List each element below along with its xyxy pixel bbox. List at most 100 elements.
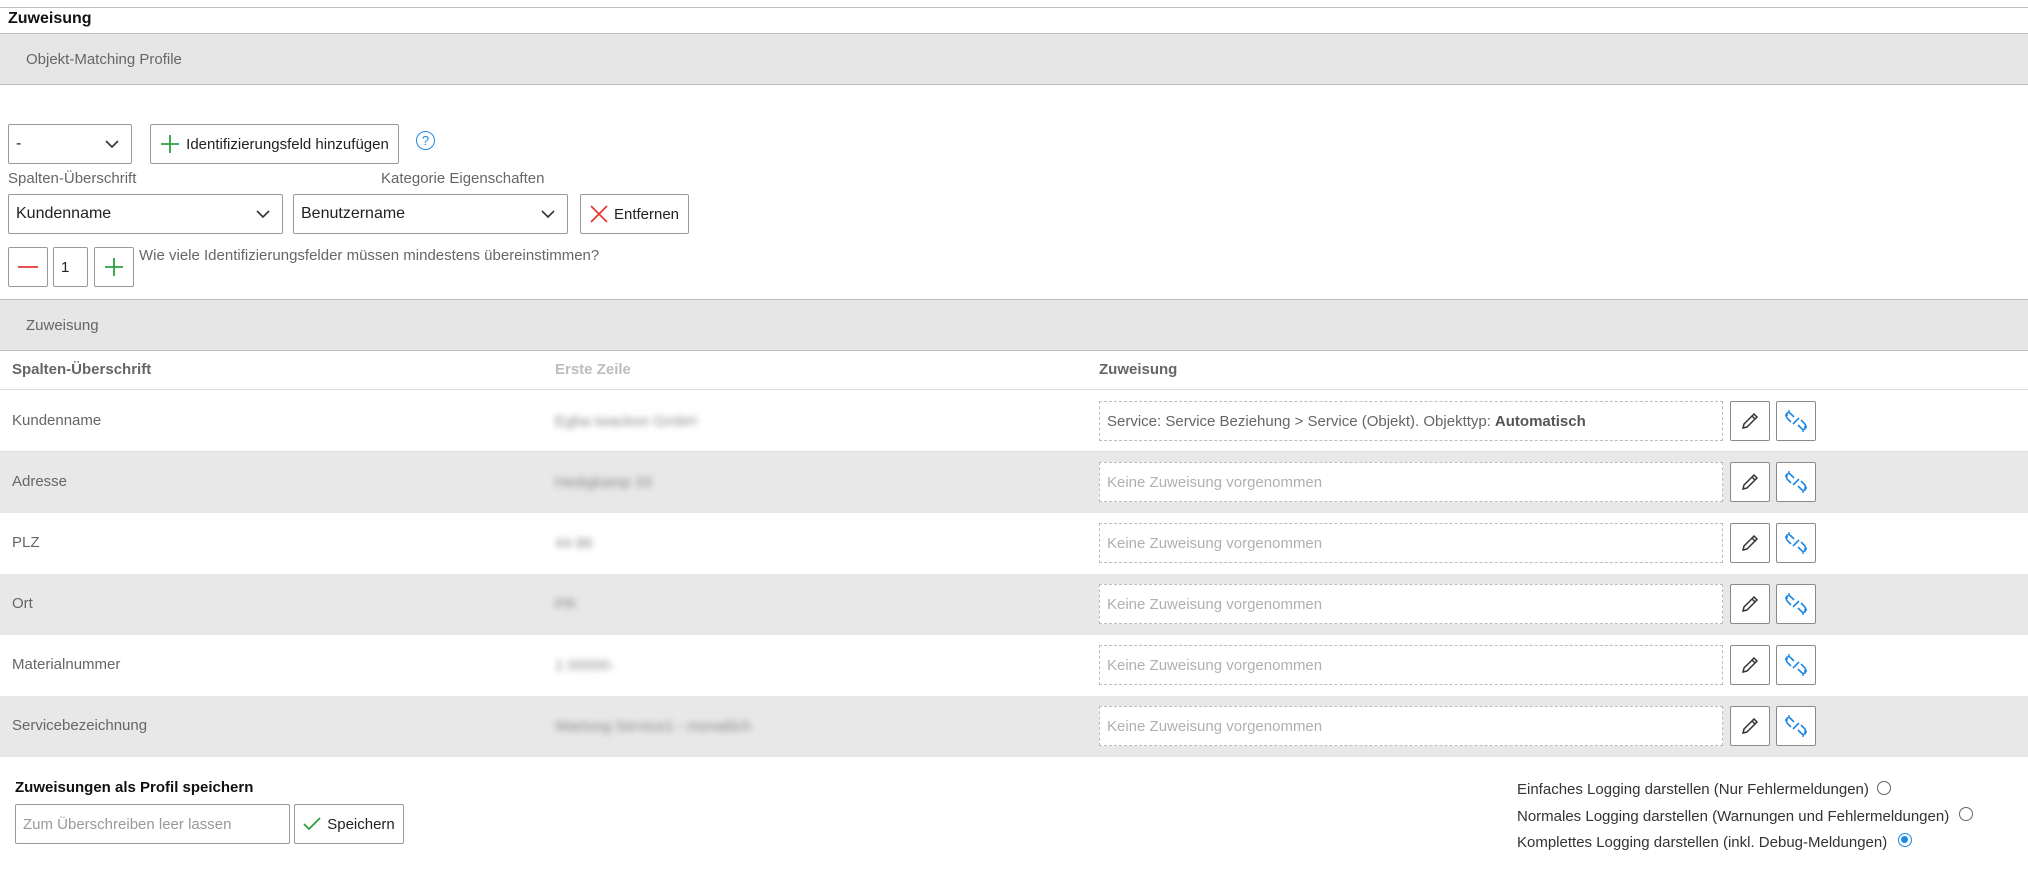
chevron-down-icon — [105, 140, 119, 149]
profile-section-bar: Objekt-Matching Profile — [0, 33, 2028, 85]
logging-option-normal[interactable]: Normales Logging darstellen (Warnungen u… — [1517, 808, 1949, 825]
assignment-text: Keine Zuweisung vorgenommen — [1107, 717, 1323, 735]
match-count-value: 1 — [61, 258, 70, 276]
profile-name-input[interactable] — [15, 804, 290, 844]
row-first-value: Egba Iwackon GmbH — [555, 413, 697, 430]
unlink-button[interactable] — [1776, 584, 1816, 624]
assignment-field[interactable]: Keine Zuweisung vorgenommen — [1099, 706, 1723, 746]
row-first-value: Hedigkamp 33 — [555, 474, 652, 491]
category-label: Kategorie Eigenschaften — [381, 170, 545, 187]
assignment-text: Service: Service Beziehung > Service (Ob… — [1107, 412, 1491, 430]
assignment-field[interactable]: Keine Zuweisung vorgenommen — [1099, 523, 1723, 563]
help-icon[interactable]: ? — [416, 131, 435, 150]
table-row: Materialnummer 1 00000- Keine Zuweisung … — [0, 635, 2028, 696]
unlink-button[interactable] — [1776, 401, 1816, 441]
assignment-type: Automatisch — [1494, 412, 1586, 430]
unlink-icon — [1785, 471, 1807, 493]
pencil-icon — [1741, 473, 1759, 491]
column-header: Erste Zeile — [555, 361, 631, 378]
unlink-icon — [1785, 654, 1807, 676]
category-select[interactable]: Benutzername — [293, 194, 568, 234]
table-row: Adresse Hedigkamp 33 Keine Zuweisung vor… — [0, 452, 2028, 513]
unlink-button[interactable] — [1776, 462, 1816, 502]
pencil-icon — [1741, 534, 1759, 552]
save-label: Speichern — [327, 815, 395, 833]
edit-button[interactable] — [1730, 523, 1770, 563]
add-identifier-field-label: Identifizierungsfeld hinzufügen — [186, 135, 389, 153]
logging-option-complete[interactable]: Komplettes Logging darstellen (inkl. Deb… — [1517, 834, 1887, 851]
column-header: Zuweisung — [1099, 361, 1178, 378]
remove-button[interactable]: Entfernen — [580, 194, 689, 234]
assignment-field[interactable]: Keine Zuweisung vorgenommen — [1099, 645, 1723, 685]
logging-radio-normal[interactable] — [1959, 807, 1973, 821]
edit-button[interactable] — [1730, 401, 1770, 441]
top-divider — [0, 7, 2028, 8]
decrement-button[interactable] — [8, 247, 48, 287]
column-select-value: Kundenname — [16, 205, 112, 222]
row-first-value: Wartung Service1 - monatlich — [555, 718, 752, 735]
assignment-text: Keine Zuweisung vorgenommen — [1107, 595, 1323, 613]
section-title: Zuweisung — [8, 10, 92, 27]
table-row: Servicebezeichnung Wartung Service1 - mo… — [0, 696, 2028, 757]
unlink-button[interactable] — [1776, 706, 1816, 746]
category-select-value: Benutzername — [301, 205, 406, 222]
unlink-icon — [1785, 410, 1807, 432]
plus-icon — [161, 135, 180, 153]
pencil-icon — [1741, 412, 1759, 430]
column-select[interactable]: Kundenname — [8, 194, 283, 234]
edit-button[interactable] — [1730, 706, 1770, 746]
assignment-text: Keine Zuweisung vorgenommen — [1107, 534, 1323, 552]
table-row: PLZ 44 86 Keine Zuweisung vorgenommen — [0, 513, 2028, 574]
minus-icon — [18, 266, 38, 268]
unlink-button[interactable] — [1776, 523, 1816, 563]
close-icon — [590, 205, 608, 223]
chevron-down-icon — [541, 210, 555, 219]
remove-label: Entfernen — [613, 205, 680, 223]
row-column-name: Servicebezeichnung — [12, 717, 148, 734]
unlink-button[interactable] — [1776, 645, 1816, 685]
assignment-section-bar: Zuweisung — [0, 299, 2028, 351]
profile-select-value: - — [16, 135, 22, 152]
row-column-name: Kundenname — [12, 412, 102, 429]
row-column-name: PLZ — [12, 534, 40, 551]
assignment-field[interactable]: Service: Service Beziehung > Service (Ob… — [1099, 401, 1723, 441]
assignment-text: Keine Zuweisung vorgenommen — [1107, 656, 1323, 674]
assignment-section-title: Zuweisung — [26, 317, 99, 334]
match-count-question: Wie viele Identifizierungsfelder müssen … — [139, 247, 600, 264]
edit-button[interactable] — [1730, 462, 1770, 502]
edit-button[interactable] — [1730, 645, 1770, 685]
row-first-value: 44 86 — [555, 535, 593, 552]
logging-option-label: Einfaches Logging darstellen (Nur Fehler… — [1517, 781, 1869, 798]
logging-radio-simple[interactable] — [1877, 781, 1891, 795]
unlink-icon — [1785, 532, 1807, 554]
table-header: Spalten-Überschrift Erste Zeile Zuweisun… — [0, 352, 2028, 390]
table-row: Ort PR Keine Zuweisung vorgenommen — [0, 574, 2028, 635]
row-column-name: Adresse — [12, 473, 68, 490]
checkmark-icon — [303, 817, 321, 831]
logging-radio-complete[interactable] — [1898, 833, 1912, 847]
row-first-value: 1 00000- — [555, 657, 615, 674]
increment-button[interactable] — [94, 247, 134, 287]
column-header: Spalten-Überschrift — [12, 361, 152, 378]
add-identifier-field-button[interactable]: Identifizierungsfeld hinzufügen — [150, 124, 399, 164]
save-button[interactable]: Speichern — [294, 804, 404, 844]
match-count-input[interactable]: 1 — [53, 247, 88, 287]
row-column-name: Materialnummer — [12, 656, 121, 673]
row-first-value: PR — [555, 596, 576, 613]
assignment-field[interactable]: Keine Zuweisung vorgenommen — [1099, 584, 1723, 624]
logging-option-simple[interactable]: Einfaches Logging darstellen (Nur Fehler… — [1517, 781, 1869, 798]
unlink-icon — [1785, 715, 1807, 737]
unlink-icon — [1785, 593, 1807, 615]
table-row: Kundenname Egba Iwackon GmbH Service: Se… — [0, 391, 2028, 452]
logging-option-label: Normales Logging darstellen (Warnungen u… — [1517, 808, 1950, 825]
edit-button[interactable] — [1730, 584, 1770, 624]
profile-select[interactable]: - — [8, 124, 132, 164]
plus-icon — [105, 258, 123, 276]
assignment-text: Keine Zuweisung vorgenommen — [1107, 473, 1323, 491]
pencil-icon — [1741, 656, 1759, 674]
assignment-field[interactable]: Keine Zuweisung vorgenommen — [1099, 462, 1723, 502]
profile-section-title: Objekt-Matching Profile — [26, 51, 182, 68]
chevron-down-icon — [256, 210, 270, 219]
row-column-name: Ort — [12, 595, 33, 612]
pencil-icon — [1741, 717, 1759, 735]
